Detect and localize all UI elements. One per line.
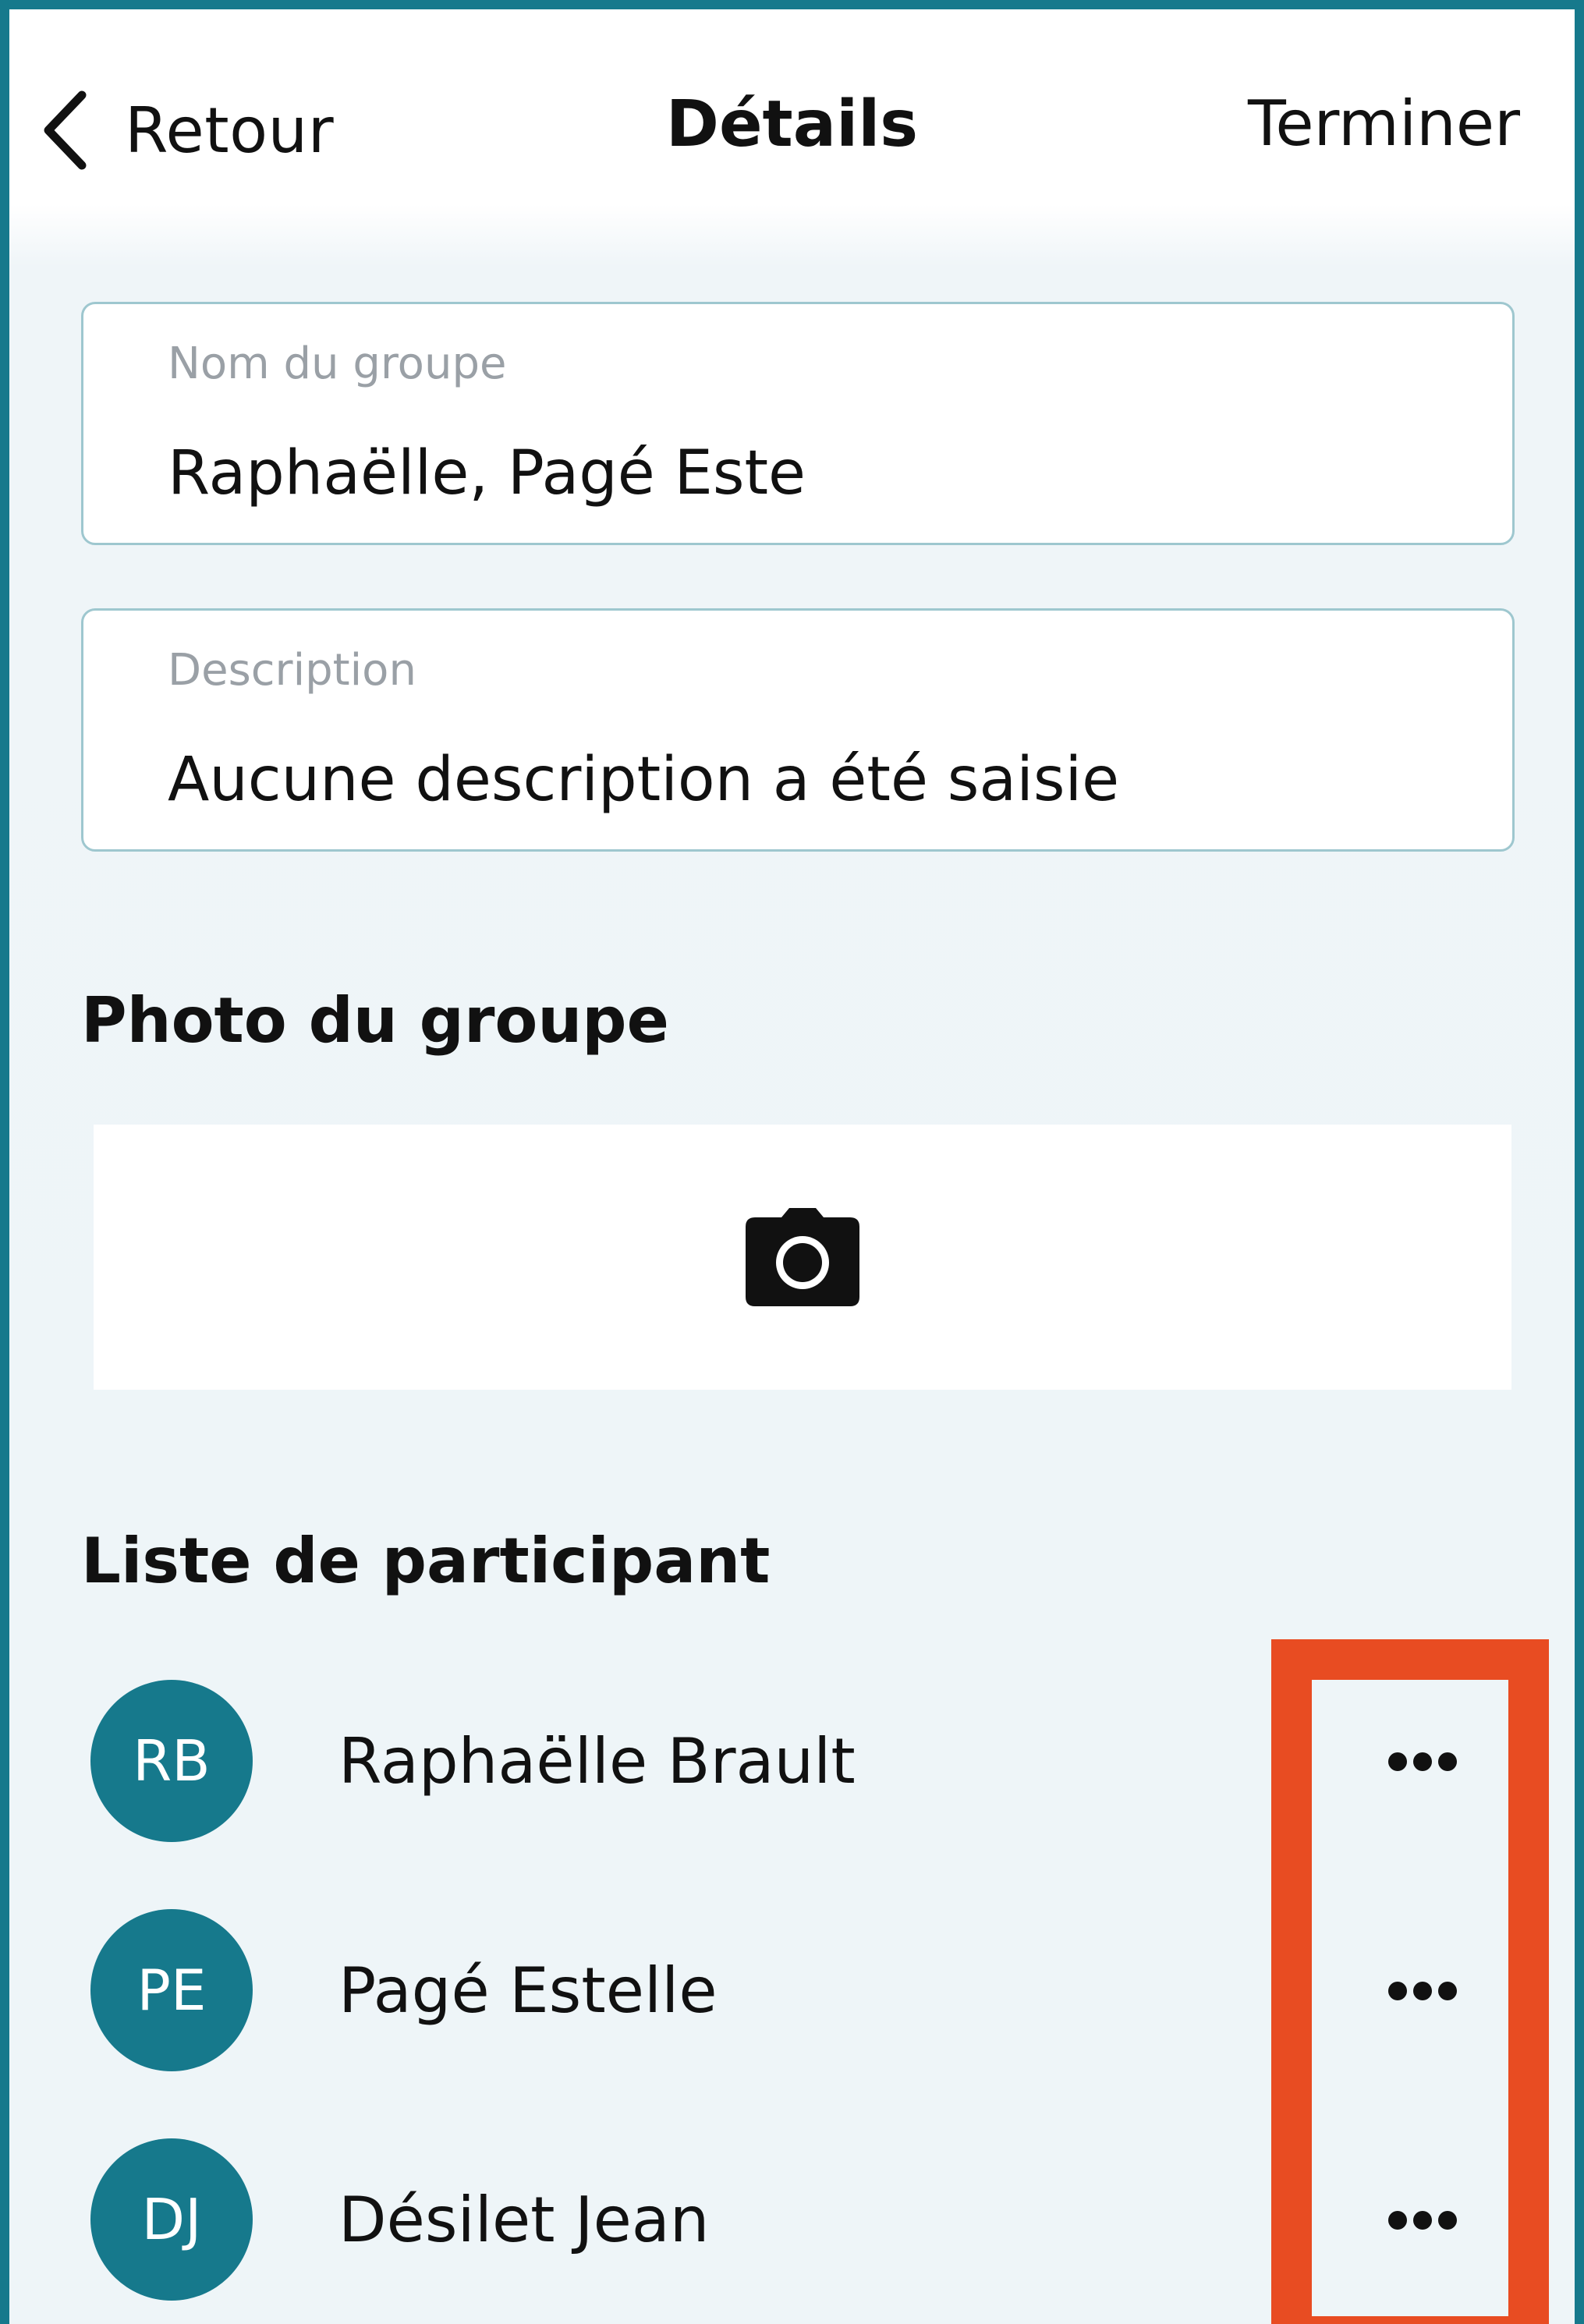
back-button[interactable]: Retour: [39, 83, 334, 177]
participant-name: Raphaëlle Brault: [338, 1725, 856, 1798]
participants-section-title: Liste de participant: [81, 1525, 771, 1597]
participant-name: Désilet Jean: [338, 2184, 710, 2256]
participant-row[interactable]: DJ Désilet Jean: [81, 2138, 1516, 2310]
description-label: Description: [168, 645, 416, 696]
description-value[interactable]: Aucune description a été saisie: [168, 749, 1119, 810]
description-field[interactable]: Description Aucune description a été sai…: [81, 608, 1515, 852]
group-name-label: Nom du groupe: [168, 338, 507, 389]
screen-frame: Retour Détails Terminer Nom du groupe Ra…: [0, 0, 1584, 2324]
participant-more-button[interactable]: [1368, 1734, 1477, 1789]
photo-section-title: Photo du groupe: [81, 984, 669, 1057]
participant-more-button[interactable]: [1368, 2193, 1477, 2248]
more-horizontal-icon: [1388, 2211, 1457, 2230]
participant-name: Pagé Estelle: [338, 1954, 718, 2027]
participant-row[interactable]: RB Raphaëlle Brault: [81, 1680, 1516, 1851]
camera-icon: [746, 1208, 859, 1306]
participant-more-button[interactable]: [1368, 1964, 1477, 2018]
avatar: DJ: [90, 2138, 253, 2301]
group-name-value[interactable]: Raphaëlle, Pagé Este: [168, 443, 806, 504]
done-button[interactable]: Terminer: [1248, 87, 1520, 160]
avatar: PE: [90, 1909, 253, 2071]
navigation-bar: Retour Détails Terminer: [9, 9, 1575, 212]
group-photo-picker[interactable]: [94, 1125, 1511, 1390]
more-horizontal-icon: [1388, 1752, 1457, 1771]
chevron-left-icon: [44, 90, 87, 170]
more-horizontal-icon: [1388, 1982, 1457, 2000]
back-label: Retour: [125, 94, 335, 167]
participant-row[interactable]: PE Pagé Estelle: [81, 1909, 1516, 2081]
group-name-field[interactable]: Nom du groupe Raphaëlle, Pagé Este: [81, 302, 1515, 545]
avatar: RB: [90, 1680, 253, 1842]
